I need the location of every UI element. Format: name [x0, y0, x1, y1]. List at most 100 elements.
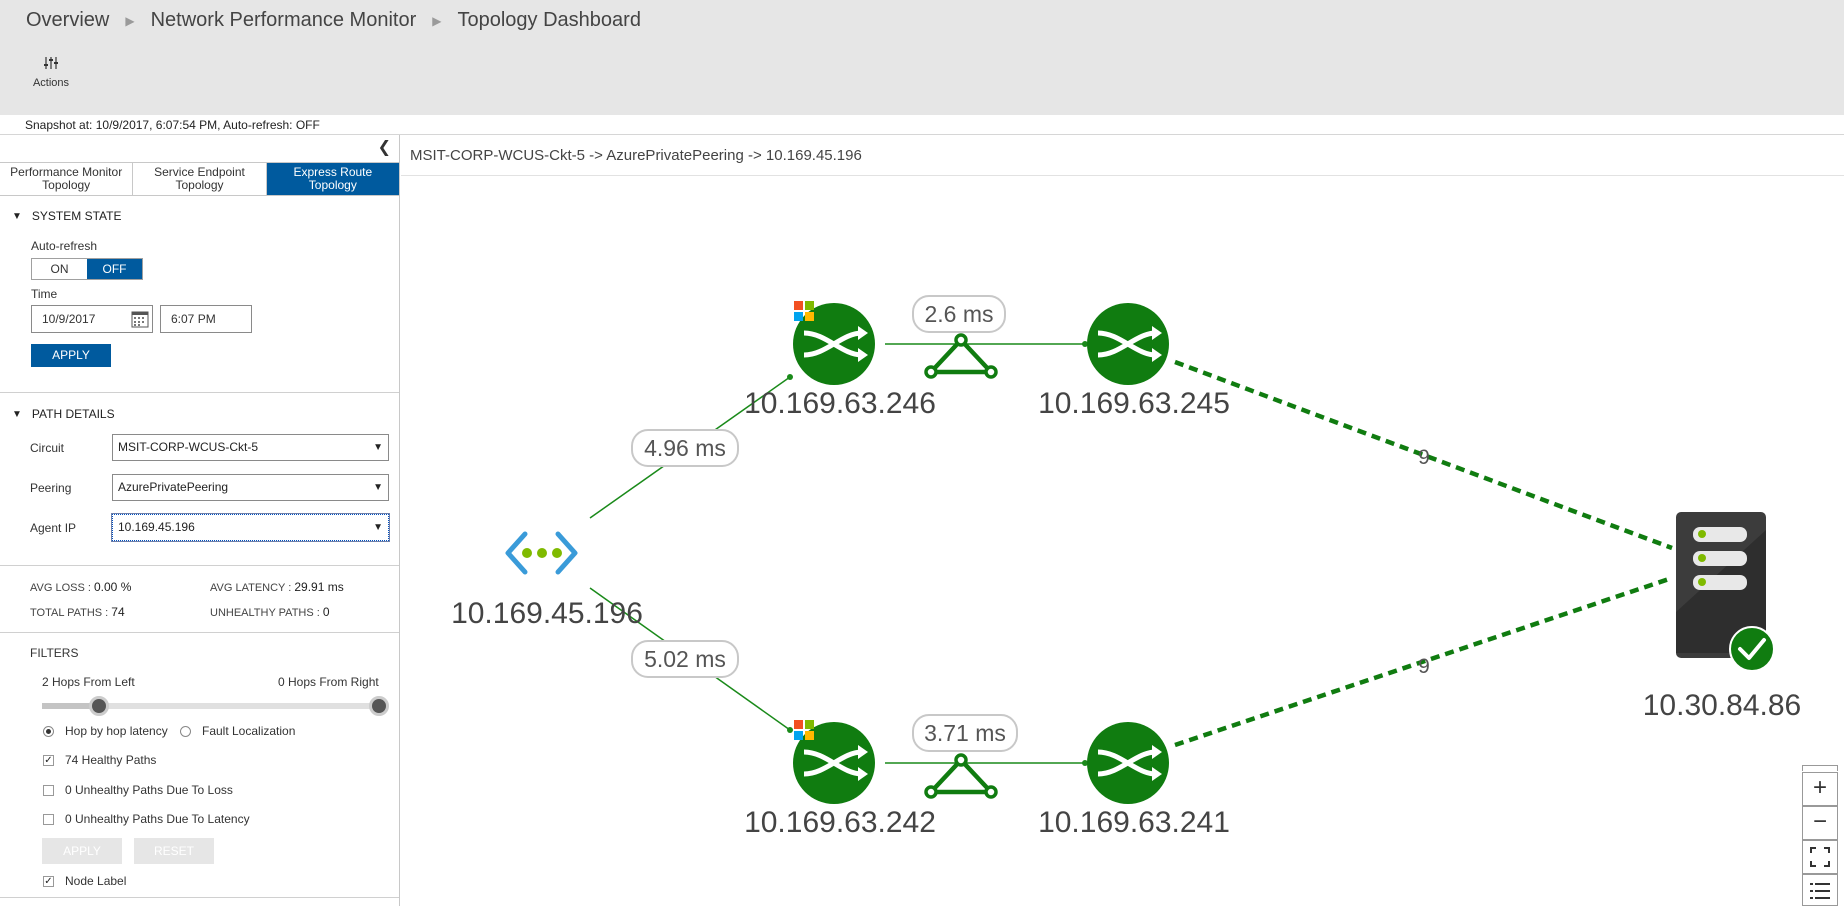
tab-label: Topology: [308, 178, 357, 192]
agent-ip-select[interactable]: 10.169.45.196 ▼: [111, 513, 390, 542]
breadcrumb-overview[interactable]: Overview: [26, 9, 109, 32]
hop-node-label: 10.169.63.246: [744, 387, 936, 420]
chevron-down-icon: ▼: [373, 522, 383, 533]
agent-icon: [505, 531, 578, 575]
time-label: Time: [31, 287, 58, 301]
filters-title: FILTERS: [30, 646, 79, 660]
node-label-checkbox[interactable]: ✓: [43, 876, 54, 887]
collapse-panel-icon[interactable]: ❮: [378, 137, 391, 157]
latency-bottom-in-text: 5.02 ms: [644, 646, 726, 672]
peering-select[interactable]: AzurePrivatePeering ▼: [112, 474, 389, 501]
topology-tabs: Performance Monitor Topology Service End…: [0, 162, 399, 196]
chevron-right-icon: ▶: [432, 13, 442, 28]
dashed-top-count: 9: [1418, 446, 1430, 469]
unhealthy-paths-value: 0: [322, 605, 330, 619]
unhealthy-paths-stat: UNHEALTHY PATHS : 0: [210, 605, 330, 619]
peering-label: Peering: [30, 481, 72, 495]
avg-loss-label: AVG LOSS :: [30, 582, 94, 594]
snapshot-status: Snapshot at: 10/9/2017, 6:07:54 PM, Auto…: [25, 118, 320, 132]
hops-left-slider-handle[interactable]: [89, 696, 109, 716]
hop-node-label: 10.169.63.245: [1038, 387, 1230, 420]
legend-button[interactable]: [1802, 874, 1838, 906]
filters-reset-button[interactable]: RESET: [134, 838, 214, 864]
hop-node[interactable]: [1087, 722, 1169, 804]
healthy-paths-label: 74 Healthy Paths: [65, 753, 157, 767]
latency-top-in-text: 4.96 ms: [644, 435, 726, 461]
hop-by-hop-radio[interactable]: [43, 726, 54, 737]
hop-node-label: 10.169.63.241: [1038, 806, 1230, 839]
destination-node-label: 10.30.84.86: [1643, 689, 1801, 722]
hop-by-hop-label: Hop by hop latency: [65, 724, 168, 738]
collapse-triangle-icon: ▼: [12, 408, 22, 420]
breadcrumb-topology-dashboard: Topology Dashboard: [457, 9, 641, 31]
agent-node[interactable]: 10.169.45.196: [451, 531, 643, 630]
calendar-icon[interactable]: [131, 310, 149, 328]
node-label-label: Node Label: [65, 874, 127, 888]
link-endpoint: [787, 374, 793, 380]
healthy-paths-checkbox[interactable]: ✓: [43, 755, 54, 766]
zoom-controls-handle: [1802, 765, 1838, 771]
zoom-in-button[interactable]: +: [1802, 772, 1838, 806]
fault-localization-radio[interactable]: [180, 726, 191, 737]
avg-latency-label: AVG LATENCY :: [210, 582, 295, 594]
link-endpoint: [787, 727, 793, 733]
system-state-header[interactable]: ▼ SYSTEM STATE: [12, 209, 121, 223]
circuit-label: Circuit: [30, 441, 65, 455]
auto-refresh-off-button[interactable]: OFF: [87, 259, 142, 279]
destination-node[interactable]: 10.30.84.86: [1643, 512, 1801, 722]
breadcrumb-npm[interactable]: Network Performance Monitor: [151, 9, 417, 32]
latency-label-bottom-link[interactable]: 3.71 ms: [912, 714, 1018, 752]
latency-label-bottom-in[interactable]: 5.02 ms: [631, 640, 739, 678]
date-value: 10/9/2017: [42, 312, 96, 326]
actions-label: Actions: [32, 77, 70, 89]
unhealthy-latency-checkbox[interactable]: [43, 814, 54, 825]
left-panel: ❮ Performance Monitor Topology Service E…: [0, 135, 400, 906]
latency-label-top-in[interactable]: 4.96 ms: [631, 429, 739, 467]
auto-refresh-on-button[interactable]: ON: [32, 259, 87, 279]
hop-node-label: 10.169.63.242: [744, 806, 936, 839]
time-input[interactable]: 6:07 PM: [160, 305, 252, 333]
hops-right-slider-handle[interactable]: [369, 696, 389, 716]
auto-refresh-label: Auto-refresh: [31, 239, 98, 253]
system-state-title: SYSTEM STATE: [31, 209, 122, 223]
chevron-down-icon: ▼: [373, 442, 383, 453]
avg-latency-value: 29.91 ms: [294, 580, 344, 594]
total-paths-label: TOTAL PATHS :: [30, 607, 112, 619]
topology-graph[interactable]: 9 9 4.96 ms 5.02 ms 2.6 ms 3.71 ms 10.16…: [401, 176, 1844, 906]
healthy-check-icon: [1729, 626, 1775, 672]
actions-sliders-icon: [44, 57, 58, 69]
circuit-select[interactable]: MSIT-CORP-WCUS-Ckt-5 ▼: [112, 434, 389, 461]
zoom-out-button[interactable]: −: [1802, 806, 1838, 840]
avg-latency-stat: AVG LATENCY : 29.91 ms: [210, 580, 344, 594]
hop-node[interactable]: [793, 720, 875, 804]
total-paths-stat: TOTAL PATHS : 74: [30, 605, 125, 619]
actions-button[interactable]: Actions: [30, 56, 72, 89]
unhealthy-paths-label: UNHEALTHY PATHS :: [210, 607, 323, 619]
collapse-triangle-icon: ▼: [12, 210, 22, 222]
peering-value: AzurePrivatePeering: [118, 480, 229, 494]
divider: [0, 897, 399, 898]
date-input[interactable]: 10/9/2017: [31, 305, 153, 333]
filters-apply-button[interactable]: APPLY: [42, 838, 122, 864]
divider: [0, 565, 399, 566]
tab-label: Topology: [175, 178, 224, 192]
unhealthy-loss-checkbox[interactable]: [43, 785, 54, 796]
latency-label-top-link[interactable]: 2.6 ms: [912, 295, 1006, 333]
hop-node[interactable]: [1087, 303, 1169, 385]
fit-icon: [1810, 847, 1830, 867]
path-title: MSIT-CORP-WCUS-Ckt-5 -> AzurePrivatePeer…: [410, 147, 862, 164]
chevron-right-icon: ▶: [125, 13, 135, 28]
fit-to-screen-button[interactable]: [1802, 840, 1838, 874]
tab-express-route[interactable]: Express Route Topology: [266, 163, 399, 195]
tab-service-endpoint[interactable]: Service Endpoint Topology: [133, 163, 267, 195]
path-details-header[interactable]: ▼ PATH DETAILS: [12, 407, 115, 421]
express-route-icon[interactable]: [924, 753, 998, 799]
header-bar: Overview ▶ Network Performance Monitor ▶…: [0, 0, 1844, 115]
hop-node[interactable]: [793, 301, 875, 385]
system-apply-button[interactable]: APPLY: [31, 344, 111, 367]
hops-from-right-label: 0 Hops From Right: [278, 675, 379, 689]
path-details-title: PATH DETAILS: [31, 407, 115, 421]
express-route-icon[interactable]: [924, 333, 998, 379]
chevron-down-icon: ▼: [373, 482, 383, 493]
tab-performance-monitor[interactable]: Performance Monitor Topology: [0, 163, 134, 195]
